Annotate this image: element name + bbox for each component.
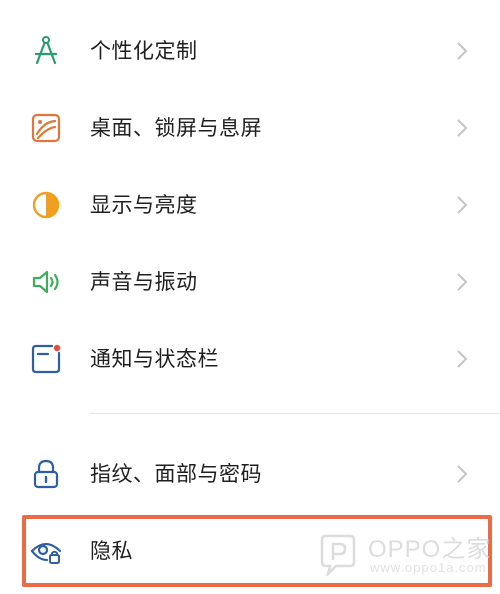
settings-item-personalization[interactable]: 个性化定制 xyxy=(0,20,500,80)
settings-item-fingerprint-face-password[interactable]: 指纹、面部与密码 xyxy=(0,443,500,503)
lock-icon xyxy=(33,459,59,489)
notification-icon xyxy=(31,344,61,374)
chevron-right-icon xyxy=(457,119,468,137)
settings-item-notification-statusbar[interactable]: 通知与状态栏 xyxy=(0,328,500,388)
oppo-logo-icon xyxy=(320,534,356,576)
settings-item-label: 桌面、锁屏与息屏 xyxy=(90,116,262,140)
chevron-right-icon xyxy=(457,42,468,60)
watermark: OPPO之家 www.oppo1a.com xyxy=(318,524,492,584)
chevron-right-icon xyxy=(457,273,468,291)
chevron-right-icon xyxy=(457,350,468,368)
wallpaper-icon xyxy=(31,113,61,143)
chevron-right-icon xyxy=(457,196,468,214)
settings-item-label: 显示与亮度 xyxy=(90,193,198,217)
settings-page: 个性化定制 桌面、锁屏与息屏 显示与亮度 声音与振动 通知与状态栏 指纹、面部与… xyxy=(0,0,500,594)
settings-item-label: 通知与状态栏 xyxy=(90,347,219,371)
settings-item-display-brightness[interactable]: 显示与亮度 xyxy=(0,174,500,234)
compass-icon xyxy=(34,36,58,65)
watermark-url: www.oppo1a.com xyxy=(370,560,487,575)
section-divider xyxy=(90,413,500,414)
brightness-icon xyxy=(32,191,60,219)
settings-item-label: 指纹、面部与密码 xyxy=(90,462,262,486)
watermark-text: OPPO之家 xyxy=(368,536,492,563)
settings-item-label: 个性化定制 xyxy=(90,39,198,63)
settings-item-sound-vibration[interactable]: 声音与振动 xyxy=(0,251,500,311)
settings-item-desktop-lockscreen[interactable]: 桌面、锁屏与息屏 xyxy=(0,97,500,157)
settings-item-label: 声音与振动 xyxy=(90,270,198,294)
speaker-icon xyxy=(32,270,59,294)
chevron-right-icon xyxy=(457,465,468,483)
